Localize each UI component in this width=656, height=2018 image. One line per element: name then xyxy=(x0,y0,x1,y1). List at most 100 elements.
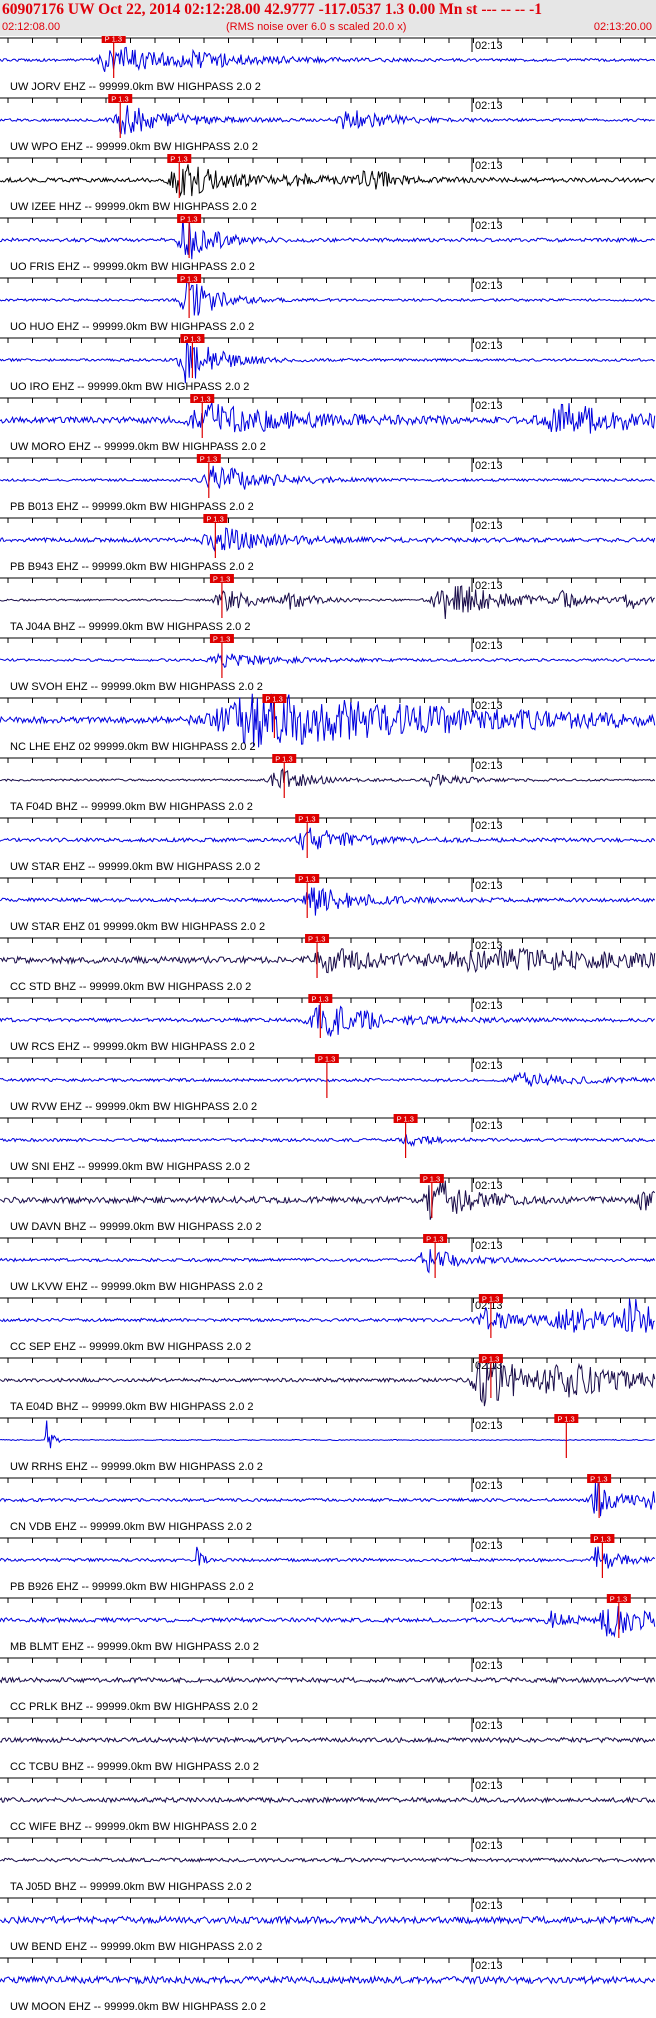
station-label: UW SVOH EHZ -- 99999.0km BW HIGHPASS 2.0… xyxy=(10,681,263,693)
waveform xyxy=(0,1134,656,1147)
scaling-note: (RMS noise over 6.0 s scaled 20.0 x) xyxy=(226,21,407,33)
waveform xyxy=(0,527,656,553)
minute-label: 02:13 xyxy=(475,1480,503,1492)
minute-label: 02:13 xyxy=(475,1540,503,1552)
pick-label: P 1.3 xyxy=(213,635,230,644)
waveform xyxy=(0,105,655,135)
waveform xyxy=(0,164,655,198)
station-label: UW STAR EHZ -- 99999.0km BW HIGHPASS 2.0… xyxy=(10,861,260,873)
pick-label: P 1.3 xyxy=(397,1115,414,1124)
station-label: UW STAR EHZ 01 99999.0km BW HIGHPASS 2.0… xyxy=(10,921,265,933)
waveform xyxy=(0,1004,655,1037)
waveform xyxy=(0,1361,656,1407)
station-label: PB B926 EHZ -- 99999.0km BW HIGHPASS 2.0… xyxy=(10,1581,254,1593)
pick-label: P 1.3 xyxy=(111,95,128,104)
minute-label: 02:13 xyxy=(475,940,503,952)
station-label: CC STD BHZ -- 99999.0km BW HIGHPASS 2.0 … xyxy=(10,981,251,993)
minute-label: 02:13 xyxy=(475,280,503,292)
station-label: UW MORO EHZ -- 99999.0km BW HIGHPASS 2.0… xyxy=(10,441,266,453)
waveform xyxy=(0,585,655,620)
minute-label: 02:13 xyxy=(475,760,503,772)
waveform xyxy=(0,887,656,916)
minute-label: 02:13 xyxy=(475,40,503,52)
minute-label: 02:13 xyxy=(475,1720,503,1732)
waveform xyxy=(0,1249,656,1274)
waveform xyxy=(0,1606,656,1638)
minute-label: 02:13 xyxy=(475,1000,503,1012)
pick-label: P 1.3 xyxy=(308,935,325,944)
waveform xyxy=(0,275,655,316)
station-label: UW BEND EHZ -- 99999.0km BW HIGHPASS 2.0… xyxy=(10,1941,262,1953)
station-label: UO IRO EHZ -- 99999.0km BW HIGHPASS 2.0 … xyxy=(10,381,249,393)
station-label: UO HUO EHZ -- 99999.0km BW HIGHPASS 2.0 … xyxy=(10,321,254,333)
minute-label: 02:13 xyxy=(475,580,503,592)
station-label: UW IZEE HHZ -- 99999.0km BW HIGHPASS 2.0… xyxy=(10,201,257,213)
station-label: UW LKVW EHZ -- 99999.0km BW HIGHPASS 2.0… xyxy=(10,1281,263,1293)
waveform xyxy=(0,827,656,851)
header-bar: 60907176 UW Oct 22, 2014 02:12:28.00 42.… xyxy=(0,0,656,36)
station-label: UW MOON EHZ -- 99999.0km BW HIGHPASS 2.0… xyxy=(10,2001,266,2013)
pick-label: P 1.3 xyxy=(200,455,217,464)
station-label: PB B943 EHZ -- 99999.0km BW HIGHPASS 2.0… xyxy=(10,561,254,573)
station-label: CC WIFE BHZ -- 99999.0km BW HIGHPASS 2.0… xyxy=(10,1821,257,1833)
station-label: UW DAVN BHZ -- 99999.0km BW HIGHPASS 2.0… xyxy=(10,1221,261,1233)
minute-label: 02:13 xyxy=(475,1600,503,1612)
pick-label: P 1.3 xyxy=(610,1595,627,1604)
minute-label: 02:13 xyxy=(475,700,503,712)
station-label: MB BLMT EHZ -- 99999.0km BW HIGHPASS 2.0… xyxy=(10,1641,259,1653)
pick-label: P 1.3 xyxy=(593,1535,610,1544)
pick-label: P 1.3 xyxy=(265,695,282,704)
pick-label: P 1.3 xyxy=(105,36,122,44)
pick-label: P 1.3 xyxy=(482,1295,499,1304)
pick-label: P 1.3 xyxy=(298,875,315,884)
pick-label: P 1.3 xyxy=(426,1235,443,1244)
station-label: NC LHE EHZ 02 99999.0km BW HIGHPASS 2.0 … xyxy=(10,741,256,753)
minute-label: 02:13 xyxy=(475,1240,503,1252)
event-title: 60907176 UW Oct 22, 2014 02:12:28.00 42.… xyxy=(2,1,543,18)
waveform xyxy=(0,768,656,789)
start-time: 02:12:08.00 xyxy=(2,21,61,33)
minute-label: 02:13 xyxy=(475,1060,503,1072)
minute-label: 02:13 xyxy=(475,460,503,472)
minute-label: 02:13 xyxy=(475,400,503,412)
station-label: UW RVW EHZ -- 99999.0km BW HIGHPASS 2.0 … xyxy=(10,1101,257,1113)
station-label: CN VDB EHZ -- 99999.0km BW HIGHPASS 2.0 … xyxy=(10,1521,252,1533)
pick-label: P 1.3 xyxy=(298,815,315,824)
station-label: UW RRHS EHZ -- 99999.0km BW HIGHPASS 2.0… xyxy=(10,1461,263,1473)
end-time: 02:13:20.00 xyxy=(593,21,652,33)
waveform xyxy=(0,465,655,490)
station-label: UW WPO EHZ -- 99999.0km BW HIGHPASS 2.0 … xyxy=(10,141,258,153)
station-label: UO FRIS EHZ -- 99999.0km BW HIGHPASS 2.0… xyxy=(10,261,255,273)
waveform xyxy=(0,1298,655,1333)
pick-label: P 1.3 xyxy=(170,155,187,164)
waveform xyxy=(0,1796,656,1804)
minute-label: 02:13 xyxy=(475,340,503,352)
minute-label: 02:13 xyxy=(475,1960,503,1972)
minute-label: 02:13 xyxy=(475,820,503,832)
pick-label: P 1.3 xyxy=(311,995,328,1004)
minute-label: 02:13 xyxy=(475,1840,503,1852)
waveform xyxy=(0,340,655,384)
station-label: TA J04A BHZ -- 99999.0km BW HIGHPASS 2.0… xyxy=(10,621,250,633)
pick-label: P 1.3 xyxy=(180,215,197,224)
waveform xyxy=(0,1420,655,1449)
waveform xyxy=(0,946,656,974)
waveform xyxy=(0,1546,656,1569)
minute-label: 02:13 xyxy=(475,880,503,892)
pick-label: P 1.3 xyxy=(318,1055,335,1064)
pick-label: P 1.3 xyxy=(557,1415,574,1424)
station-label: UW JORV EHZ -- 99999.0km BW HIGHPASS 2.0… xyxy=(10,81,261,93)
waveform xyxy=(0,1914,656,1926)
waveform xyxy=(0,1179,656,1220)
pick-label: P 1.3 xyxy=(183,335,200,344)
minute-label: 02:13 xyxy=(475,160,503,172)
waveform xyxy=(0,215,655,260)
minute-label: 02:13 xyxy=(475,1180,503,1192)
pick-label: P 1.3 xyxy=(213,575,230,584)
pick-label: P 1.3 xyxy=(423,1175,440,1184)
minute-label: 02:13 xyxy=(475,1420,503,1432)
minute-label: 02:13 xyxy=(475,520,503,532)
station-label: PB B013 EHZ -- 99999.0km BW HIGHPASS 2.0… xyxy=(10,501,254,513)
waveform xyxy=(0,46,656,72)
station-label: CC PRLK BHZ -- 99999.0km BW HIGHPASS 2.0… xyxy=(10,1701,258,1713)
